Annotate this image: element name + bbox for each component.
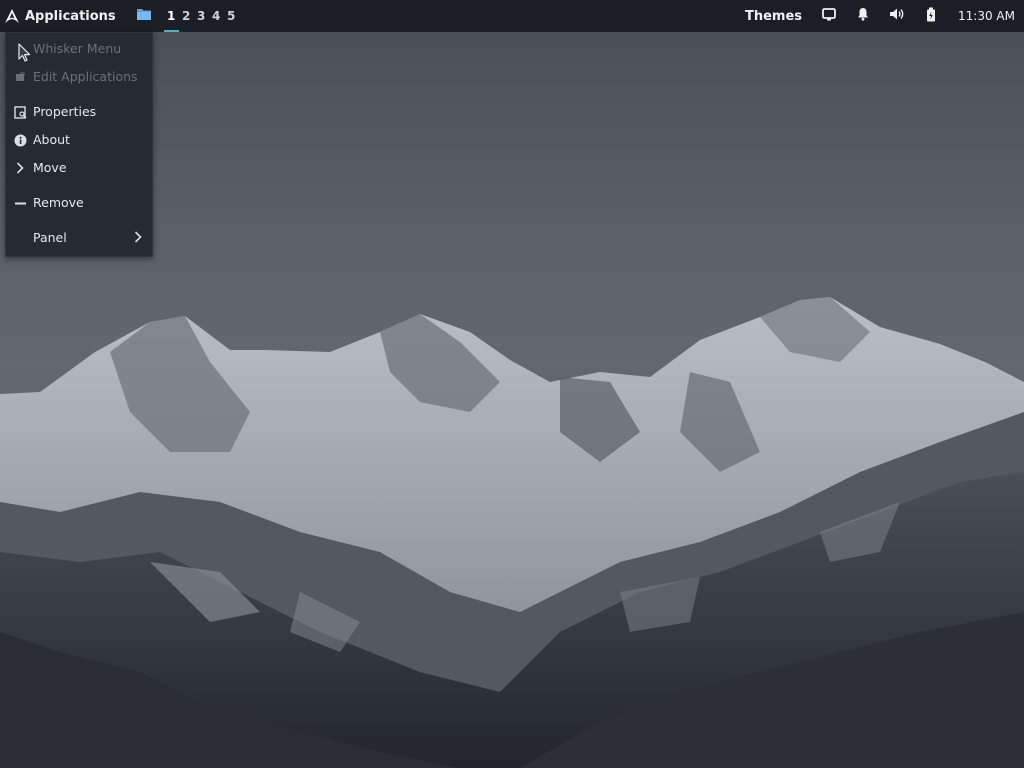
notifications-button[interactable] xyxy=(846,0,880,32)
arch-logo-icon xyxy=(4,8,20,24)
desktop-wallpaper[interactable] xyxy=(0,32,1024,768)
menu-item-label: About xyxy=(33,132,70,147)
submenu-arrow-icon xyxy=(134,231,144,245)
menu-item-panel[interactable]: Panel xyxy=(6,226,152,250)
display-button[interactable] xyxy=(812,0,846,32)
file-manager-launcher[interactable] xyxy=(130,0,158,32)
workspace-2[interactable]: 2 xyxy=(179,0,194,32)
menu-item-edit-applications[interactable]: Edit Applications xyxy=(6,65,152,89)
folder-icon xyxy=(136,7,152,25)
menu-item-label: Panel xyxy=(33,230,67,245)
display-icon xyxy=(822,7,836,25)
info-icon xyxy=(13,133,27,147)
menu-item-label: Edit Applications xyxy=(33,69,138,84)
battery-icon xyxy=(926,7,936,26)
menu-item-label: Move xyxy=(33,160,67,175)
menu-item-label: Remove xyxy=(33,195,84,210)
minus-icon xyxy=(13,196,27,210)
volume-icon xyxy=(889,7,906,25)
battery-button[interactable] xyxy=(914,0,948,32)
panel-context-menu: Whisker Menu Edit Applications Propertie… xyxy=(5,32,153,257)
menu-item-label: Properties xyxy=(33,104,97,119)
edit-applications-icon xyxy=(13,70,27,84)
menu-item-label: Whisker Menu xyxy=(33,41,122,56)
workspace-switcher: 1 2 3 4 5 xyxy=(163,0,239,32)
top-panel: Applications 1 2 3 4 5 Themes 11:30 AM xyxy=(0,0,1024,32)
volume-button[interactable] xyxy=(880,0,914,32)
properties-icon xyxy=(13,105,27,119)
menu-item-move[interactable]: Move xyxy=(6,156,152,180)
themes-button[interactable]: Themes xyxy=(735,0,812,32)
chevron-right-icon xyxy=(13,161,27,175)
applications-menu-button[interactable]: Applications xyxy=(0,0,122,32)
menu-item-properties[interactable]: Properties xyxy=(6,100,152,124)
clock[interactable]: 11:30 AM xyxy=(948,0,1024,32)
applications-label: Applications xyxy=(25,8,116,24)
workspace-4[interactable]: 4 xyxy=(209,0,224,32)
mouse-cursor-icon xyxy=(18,43,32,63)
workspace-1[interactable]: 1 xyxy=(163,0,179,32)
menu-item-remove[interactable]: Remove xyxy=(6,191,152,215)
workspace-5[interactable]: 5 xyxy=(224,0,239,32)
menu-item-about[interactable]: About xyxy=(6,128,152,152)
mountain-wallpaper xyxy=(0,297,1024,768)
bell-icon xyxy=(857,7,869,25)
workspace-3[interactable]: 3 xyxy=(194,0,209,32)
